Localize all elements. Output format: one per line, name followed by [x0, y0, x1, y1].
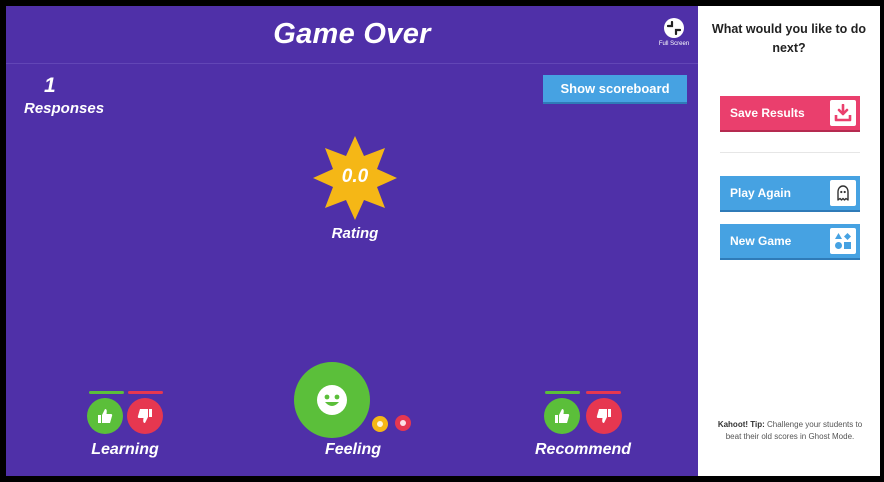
fullscreen-exit-icon: [664, 18, 684, 38]
rating-label: Rating: [331, 225, 379, 242]
learning-label: Learning: [91, 441, 159, 458]
show-scoreboard-button[interactable]: Show scoreboard: [543, 75, 687, 102]
thumbs-down-icon: [596, 409, 611, 423]
learning-thumbs-up: [87, 398, 123, 434]
new-game-button[interactable]: New Game: [720, 224, 860, 258]
recommend-label: Recommend: [534, 441, 632, 458]
thumbs-down-icon: [137, 409, 152, 423]
recommend-thumbs-up: [544, 398, 580, 434]
next-actions-sidebar: What would you like to do next? Save Res…: [698, 6, 880, 476]
thumbs-up-icon: [98, 409, 113, 423]
fullscreen-button[interactable]: Full Screen: [652, 18, 696, 47]
recommend-negative-bar: [586, 391, 621, 394]
feeling-neutral-indicator: [372, 416, 388, 432]
feeling-sad-indicator: [395, 415, 411, 431]
sidebar-divider: [720, 152, 860, 153]
smiley-face-icon: [317, 385, 347, 415]
responses-count: 1: [44, 74, 56, 97]
rating-star: 0.0: [311, 134, 399, 222]
app-frame: Game Over Full Screen 1 Responses Show s…: [6, 6, 880, 476]
recommend-thumbs-down: [586, 398, 622, 434]
thumbs-up-icon: [555, 409, 570, 423]
play-again-button[interactable]: Play Again: [720, 176, 860, 210]
recommend-positive-bar: [545, 391, 580, 394]
kahoot-tip: Kahoot! Tip: Challenge your students to …: [712, 419, 868, 443]
save-results-button[interactable]: Save Results: [720, 96, 860, 130]
rating-value: 0.0: [341, 166, 369, 187]
ghost-icon: [830, 180, 856, 206]
feeling-label: Feeling: [324, 441, 381, 458]
fullscreen-label: Full Screen: [658, 41, 690, 47]
header-divider: [6, 63, 698, 64]
play-again-label: Play Again: [730, 186, 791, 200]
responses-label: Responses: [24, 100, 105, 117]
download-icon: [830, 100, 856, 126]
next-question: What would you like to do next?: [711, 22, 867, 55]
learning-negative-bar: [128, 391, 163, 394]
new-game-label: New Game: [730, 234, 792, 248]
shapes-icon: [830, 228, 856, 254]
save-results-label: Save Results: [730, 106, 805, 120]
game-over-panel: Game Over Full Screen 1 Responses Show s…: [6, 6, 698, 476]
feeling-happy-indicator: [294, 362, 370, 438]
tip-prefix: Kahoot! Tip:: [717, 420, 765, 429]
learning-thumbs-down: [127, 398, 163, 434]
page-title: Game Over: [273, 18, 431, 50]
learning-positive-bar: [89, 391, 124, 394]
